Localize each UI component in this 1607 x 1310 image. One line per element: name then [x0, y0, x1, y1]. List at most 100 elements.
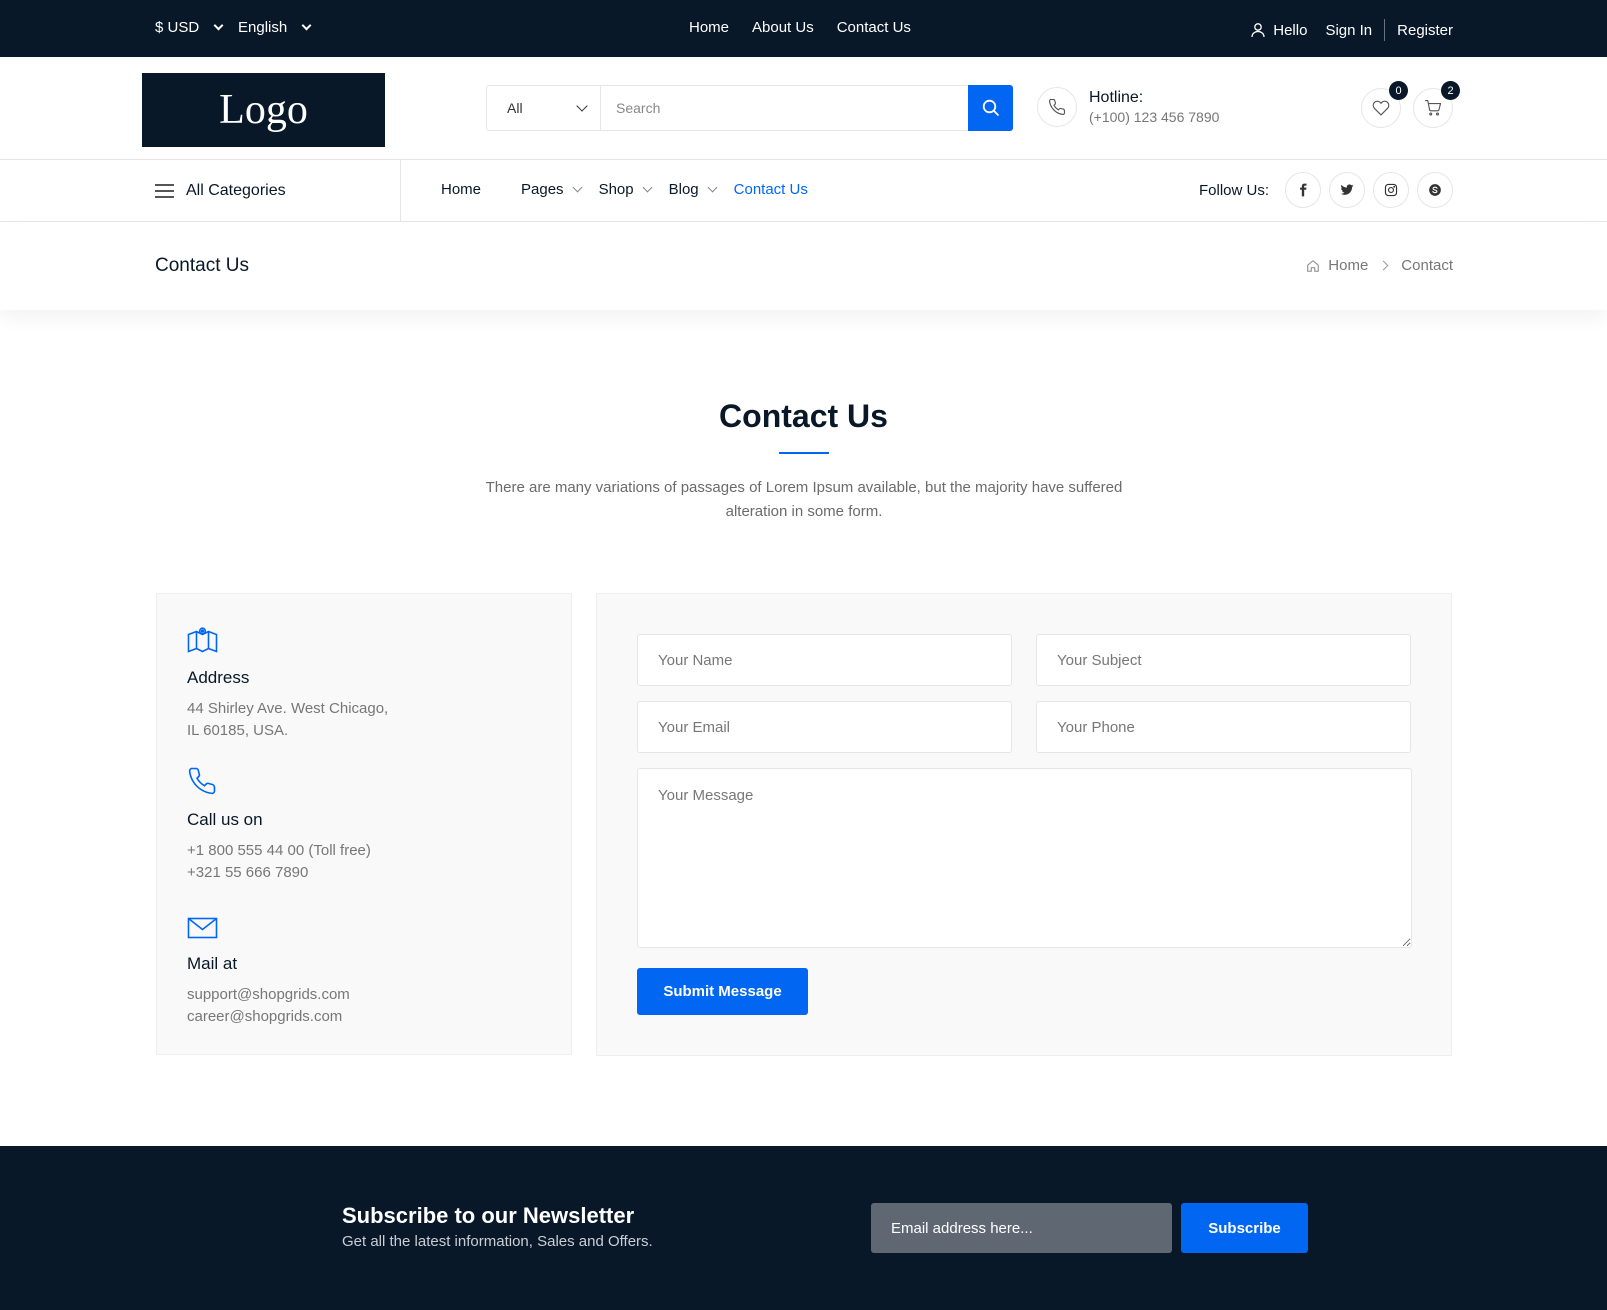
follow-us-label: Follow Us:	[1198, 181, 1269, 199]
facebook-icon	[1300, 183, 1307, 197]
follow-us: Follow Us:	[1199, 172, 1453, 208]
phone-icon	[1049, 98, 1066, 115]
map-icon	[187, 627, 218, 653]
nav-item-contact[interactable]: Contact Us	[734, 181, 808, 198]
top-nav: Home About Us Contact Us	[689, 19, 911, 36]
nav-item-blog[interactable]: Blog	[668, 181, 718, 198]
twitter-link[interactable]	[1329, 172, 1365, 208]
nav-item-shop[interactable]: Shop	[598, 181, 653, 198]
email-field[interactable]	[637, 701, 1012, 753]
skype-link[interactable]	[1417, 172, 1453, 208]
section-description: There are many variations of passages of…	[485, 479, 1123, 520]
chevron-down-icon	[572, 182, 583, 193]
section-title: Contact Us	[719, 398, 888, 434]
cart-icon	[1425, 99, 1442, 116]
header-icons: 0 2	[1361, 81, 1460, 128]
title-underline	[779, 452, 829, 454]
phone-icon	[188, 767, 216, 795]
contact-info-card: Address 44 Shirley Ave. West Chicago, IL…	[156, 593, 572, 1055]
breadcrumb-current: Contact	[1401, 257, 1453, 274]
nav-item-home[interactable]: Home	[441, 181, 481, 198]
sign-in-link[interactable]: Sign In	[1325, 22, 1372, 39]
chevron-down-icon	[707, 182, 718, 193]
name-field[interactable]	[637, 634, 1012, 686]
divider	[1384, 19, 1386, 41]
hotline-number: (+100) 123 456 7890	[1089, 109, 1220, 125]
message-field[interactable]	[637, 768, 1412, 948]
user-icon	[1251, 23, 1265, 38]
menu-icon	[155, 180, 174, 202]
envelope-icon	[187, 917, 218, 939]
wishlist-button[interactable]: 0	[1361, 81, 1408, 128]
facebook-link[interactable]	[1285, 172, 1321, 208]
chevron-down-icon	[213, 20, 224, 31]
search-category-value: All	[507, 100, 523, 116]
newsletter-email-input[interactable]	[871, 1203, 1172, 1253]
mail-block: Mail at support@shopgrids.com career@sho…	[187, 910, 350, 1028]
all-categories-button[interactable]: All Categories	[155, 160, 401, 221]
chevron-down-icon	[576, 100, 588, 112]
skype-icon	[1429, 184, 1441, 196]
search-bar: All	[486, 85, 1013, 131]
address-line-1: 44 Shirley Ave. West Chicago,	[187, 700, 389, 717]
all-categories-label: All Categories	[186, 181, 286, 199]
chevron-down-icon	[301, 20, 312, 31]
top-bar: $ USD English Home About Us Contact Us H…	[0, 0, 1607, 57]
search-icon	[982, 99, 999, 117]
search-category-select[interactable]: All	[487, 86, 601, 130]
chevron-right-icon	[1378, 260, 1389, 271]
phone-icon-wrap	[1037, 87, 1077, 127]
newsletter-title: Subscribe to our Newsletter	[342, 1203, 635, 1228]
logo[interactable]: Logo	[142, 73, 385, 147]
subscribe-button[interactable]: Subscribe	[1181, 1203, 1308, 1253]
instagram-icon	[1384, 183, 1398, 197]
mail-line-1: support@shopgrids.com	[187, 986, 350, 1003]
call-block: Call us on +1 800 555 44 00 (Toll free) …	[187, 766, 371, 884]
currency-selector[interactable]: $ USD	[155, 19, 224, 36]
mail-title: Mail at	[187, 954, 238, 973]
subject-field[interactable]	[1036, 634, 1411, 686]
nav-item-label: Shop	[598, 181, 634, 198]
call-line-1: +1 800 555 44 00 (Toll free)	[187, 842, 371, 859]
breadcrumb-section: Contact Us Home Contact	[0, 222, 1607, 310]
main-nav: Home Pages Shop Blog Contact Us	[441, 181, 808, 198]
cart-count-badge: 2	[1441, 81, 1460, 100]
register-link[interactable]: Register	[1397, 22, 1453, 39]
search-input[interactable]	[601, 86, 968, 130]
address-line-2: IL 60185, USA.	[187, 722, 289, 739]
phone-field[interactable]	[1036, 701, 1411, 753]
breadcrumb-home[interactable]: Home	[1328, 257, 1368, 274]
wishlist-count-badge: 0	[1389, 81, 1408, 100]
nav-item-label: Pages	[521, 181, 564, 198]
search-button[interactable]	[968, 85, 1013, 131]
nav-item-label: Contact Us	[733, 181, 808, 198]
user-greeting: Hello	[1250, 22, 1307, 39]
instagram-link[interactable]	[1373, 172, 1409, 208]
page-title: Contact Us	[155, 255, 249, 276]
nav-item-label: Blog	[668, 181, 699, 198]
submit-message-button[interactable]: Submit Message	[637, 968, 808, 1015]
hotline-label: Hotline:	[1089, 89, 1144, 106]
top-nav-home[interactable]: Home	[689, 19, 729, 36]
contact-form: Submit Message	[596, 593, 1452, 1056]
currency-label: $ USD	[155, 19, 200, 36]
twitter-icon	[1340, 184, 1354, 195]
top-nav-contact[interactable]: Contact Us	[837, 19, 911, 36]
address-block: Address 44 Shirley Ave. West Chicago, IL…	[187, 624, 388, 742]
chevron-down-icon	[642, 182, 653, 193]
nav-item-label: Home	[441, 181, 482, 198]
cart-button[interactable]: 2	[1413, 81, 1460, 128]
home-icon	[1307, 259, 1320, 272]
heart-icon	[1372, 100, 1390, 116]
breadcrumb: Home Contact	[1306, 257, 1453, 274]
language-label: English	[238, 19, 288, 36]
language-selector[interactable]: English	[238, 19, 312, 36]
call-title: Call us on	[187, 810, 263, 829]
top-nav-about[interactable]: About Us	[752, 19, 814, 36]
account-links: Hello Sign In Register	[1250, 19, 1453, 41]
newsletter-subtitle: Get all the latest information, Sales an…	[342, 1233, 653, 1250]
address-title: Address	[187, 668, 250, 687]
nav-item-pages[interactable]: Pages	[521, 181, 583, 198]
mail-line-2: career@shopgrids.com	[187, 1008, 343, 1025]
newsletter-footer: Subscribe to our Newsletter Get all the …	[0, 1146, 1607, 1310]
